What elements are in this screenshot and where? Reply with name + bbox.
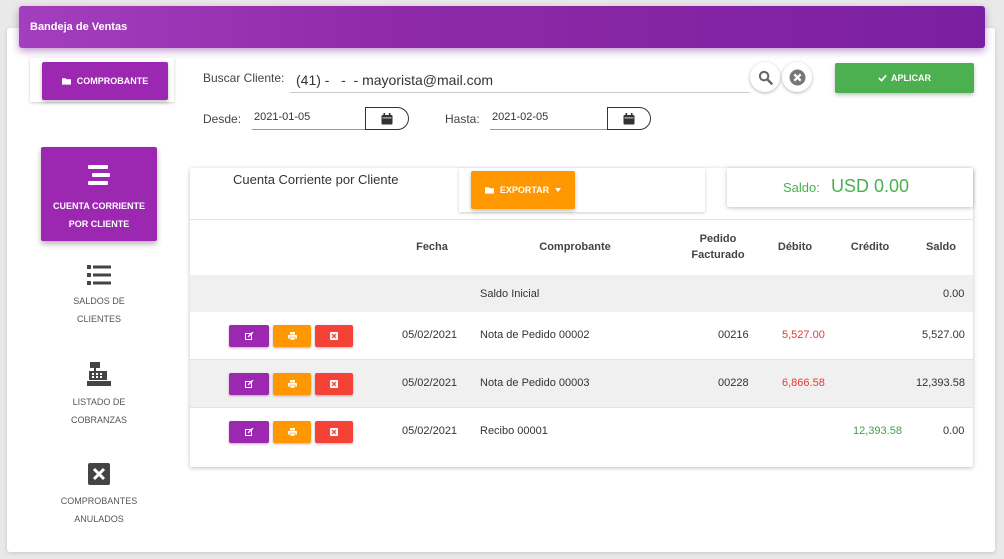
cell-comprobante: Recibo 00001 (480, 425, 548, 437)
search-input[interactable]: (41) - - - mayorista@mail.com (296, 72, 493, 88)
x-square-icon (330, 428, 338, 436)
sidebar-item-label: LISTADO DE (72, 397, 126, 407)
aplicar-label: APLICAR (891, 73, 931, 83)
comprobante-label: COMPROBANTE (76, 76, 149, 86)
edit-button[interactable] (229, 325, 269, 347)
desde-underline (252, 129, 366, 130)
folder-icon (484, 187, 494, 194)
bars-icon (88, 165, 110, 185)
divider (190, 407, 973, 408)
sidebar-item-label: SALDOS DE (73, 296, 125, 306)
sidebar-item-label: CLIENTES (76, 314, 121, 324)
cell-saldo: 5,527.00 (922, 329, 965, 341)
hasta-calendar-button[interactable] (607, 107, 651, 130)
list-icon (87, 265, 111, 285)
x-square-icon (330, 332, 338, 340)
column-header-saldo: Saldo (926, 241, 956, 253)
calendar-icon (623, 112, 635, 124)
hasta-underline (490, 129, 608, 130)
search-icon (758, 70, 773, 85)
cell-credito: 12,393.58 (853, 425, 902, 437)
cell-saldo: 12,393.58 (916, 377, 965, 389)
column-header-pedido-line2: Facturado (691, 249, 745, 261)
saldo-label: Saldo: (783, 180, 820, 195)
print-icon (287, 380, 297, 388)
calendar-icon (381, 112, 393, 124)
sidebar-item-anulados[interactable]: COMPROBANTES ANULADOS (41, 462, 157, 528)
print-icon (287, 428, 297, 436)
column-header-fecha: Fecha (416, 241, 448, 253)
folder-icon (61, 78, 71, 85)
cell-fecha: 05/02/2021 (402, 329, 458, 341)
clear-search-button[interactable] (782, 62, 812, 92)
app-header: Bandeja de Ventas (19, 6, 985, 48)
caret-down-icon (555, 188, 562, 192)
page-title: Bandeja de Ventas (30, 21, 128, 33)
sidebar-item-cobranzas[interactable]: LISTADO DE COBRANZAS (41, 362, 157, 429)
saldo-inicial-label: Saldo Inicial (480, 288, 540, 300)
column-header-pedido-line1: Pedido (699, 233, 737, 245)
divider (190, 219, 973, 220)
sidebar-item-saldos[interactable]: SALDOS DE CLIENTES (41, 264, 157, 328)
print-button[interactable] (273, 373, 311, 395)
saldo-value: USD 0.00 (831, 176, 910, 196)
column-header-pedido: Pedido Facturado (683, 231, 753, 263)
desde-calendar-button[interactable] (365, 107, 409, 130)
print-button[interactable] (273, 325, 311, 347)
sidebar-item-label: CUENTA CORRIENTE (53, 201, 145, 211)
saldo-inicial-value: 0.00 (943, 288, 965, 300)
close-circle-icon (789, 69, 805, 85)
exportar-label: EXPORTAR (499, 185, 550, 195)
desde-input[interactable]: 2021-01-05 (254, 111, 310, 123)
sidebar-item-label: POR CLIENTE (68, 219, 130, 229)
cell-saldo: 0.00 (943, 425, 965, 437)
cell-debito: 6,866.58 (782, 377, 825, 389)
x-square-icon (330, 380, 338, 388)
delete-button[interactable] (315, 325, 353, 347)
column-header-debito: Débito (777, 241, 813, 253)
search-label: Buscar Cliente: (203, 71, 285, 85)
edit-icon (244, 428, 253, 436)
saldo-summary: Saldo: USD 0.00 (727, 168, 973, 207)
edit-icon (244, 380, 253, 388)
sidebar-item-label: ANULADOS (74, 514, 124, 524)
comprobante-button[interactable]: COMPROBANTE (42, 62, 168, 100)
edit-button[interactable] (229, 373, 269, 395)
print-icon (287, 332, 297, 340)
delete-button[interactable] (315, 421, 353, 443)
cell-fecha: 05/02/2021 (402, 377, 458, 389)
exportar-button[interactable]: EXPORTAR (471, 171, 575, 209)
column-header-comprobante: Comprobante (539, 241, 611, 253)
x-square-icon (88, 463, 110, 485)
check-icon (878, 74, 887, 82)
cell-pedido: 00228 (718, 377, 749, 389)
edit-button[interactable] (229, 421, 269, 443)
desde-label: Desde: (203, 112, 242, 126)
search-button[interactable] (750, 62, 780, 92)
table-row-saldo-inicial (190, 275, 973, 312)
table-title: Cuenta Corriente por Cliente (233, 172, 399, 187)
cell-pedido: 00216 (718, 329, 749, 341)
sidebar-item-label: COBRANZAS (70, 415, 127, 425)
cell-fecha: 05/02/2021 (402, 425, 458, 437)
cell-comprobante: Nota de Pedido 00002 (480, 329, 590, 341)
sidebar-item-label: COMPROBANTES (60, 496, 138, 506)
hasta-label: Hasta: (445, 112, 480, 126)
cell-debito: 5,527.00 (782, 329, 825, 341)
aplicar-button[interactable]: APLICAR (835, 63, 974, 93)
cash-register-icon (87, 362, 111, 386)
cell-comprobante: Nota de Pedido 00003 (480, 377, 590, 389)
edit-icon (244, 332, 253, 340)
column-header-credito: Crédito (850, 241, 890, 253)
search-underline (290, 92, 750, 93)
print-button[interactable] (273, 421, 311, 443)
sidebar-item-cuenta-corriente[interactable]: CUENTA CORRIENTE POR CLIENTE (41, 147, 157, 241)
hasta-input[interactable]: 2021-02-05 (492, 111, 548, 123)
delete-button[interactable] (315, 373, 353, 395)
